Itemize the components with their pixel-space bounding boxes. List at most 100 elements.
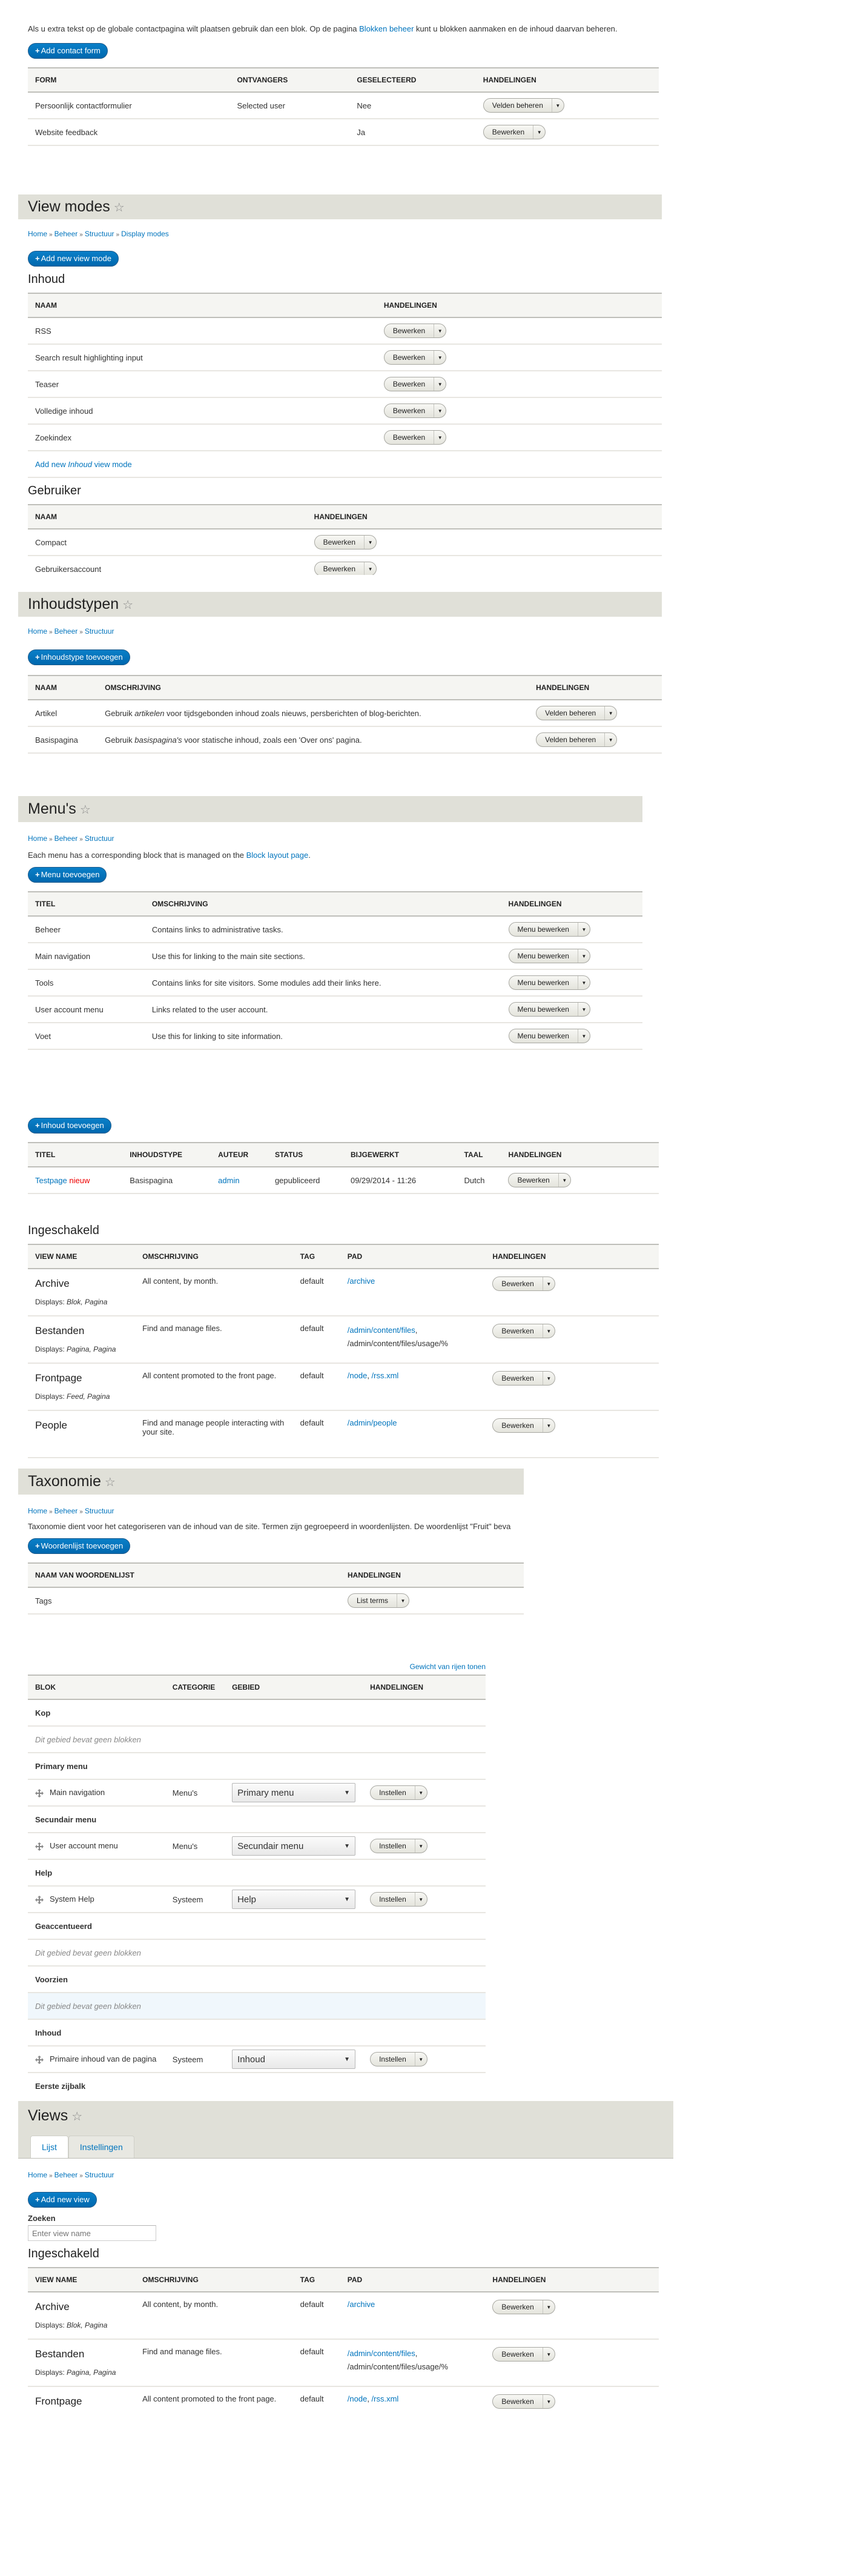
menu-bewerken-dropbutton[interactable]: Menu bewerken ▼ [508, 922, 590, 937]
tab-lijst[interactable]: Lijst [30, 2136, 68, 2158]
bewerken-dropbutton[interactable]: Bewerken ▼ [492, 1371, 555, 1386]
content-types-section: Home» Beheer» Structuur + Inhoudstype toevo… [28, 625, 662, 754]
table-row: Tags List terms ▼ [28, 1587, 524, 1615]
views-page-section: Home» Beheer» Structuur + Add new view Zoek… [28, 2169, 659, 2434]
table-row: Volledige inhoud Bewerken ▼ [28, 397, 662, 425]
bewerken-dropbutton[interactable]: Bewerken ▼ [508, 1173, 571, 1187]
bewerken-dropbutton[interactable]: Bewerken ▼ [314, 535, 377, 549]
bewerken-dropbutton[interactable]: Bewerken ▼ [383, 377, 447, 391]
blokken-beheer-link[interactable]: Blokken beheer [359, 24, 414, 33]
region-select[interactable]: Help ▼ [232, 1890, 356, 1909]
block-row: Primaire inhoud van de pagina Systeem Inho… [28, 2046, 486, 2073]
add-contact-form-button[interactable]: + Add contact form [28, 43, 108, 59]
chevron-down-icon: ▼ [414, 2053, 427, 2066]
table-row: Bestanden Displays: Pagina, Pagina Find an… [28, 2339, 659, 2387]
velden-beheren-dropbutton[interactable]: Velden beheren ▼ [536, 732, 618, 747]
region-row: Voorzien [28, 1966, 486, 1993]
star-icon[interactable]: ☆ [114, 201, 125, 214]
chevron-down-icon: ▼ [434, 324, 446, 337]
region-select[interactable]: Primary menu ▼ [232, 1783, 356, 1802]
new-badge: nieuw [69, 1175, 90, 1185]
col-handelingen: Handelingen [475, 67, 659, 93]
add-inhoud-view-mode-link[interactable]: Add new Inhoud view mode [35, 460, 132, 469]
chevron-down-icon: ▼ [604, 733, 616, 746]
star-icon[interactable]: ☆ [80, 803, 91, 817]
add-vocabulary-button[interactable]: + Woordenlijst toevoegen [28, 1538, 131, 1554]
velden-beheren-dropbutton[interactable]: Velden beheren ▼ [483, 98, 564, 113]
star-icon[interactable]: ☆ [122, 599, 133, 612]
add-view-mode-button[interactable]: + Add new view mode [28, 251, 119, 267]
content-types-header: Inhoudstypen ☆ [18, 592, 662, 617]
chevron-down-icon: ▼ [542, 2395, 555, 2408]
bewerken-dropbutton[interactable]: Bewerken ▼ [492, 2394, 555, 2409]
instellen-dropbutton[interactable]: Instellen ▼ [370, 1892, 427, 1907]
menus-intro: Each menu has a corresponding block that… [28, 851, 311, 860]
drag-handle-icon[interactable] [35, 1788, 44, 1798]
menu-bewerken-dropbutton[interactable]: Menu bewerken ▼ [508, 1029, 590, 1043]
bewerken-dropbutton[interactable]: Bewerken ▼ [492, 1276, 555, 1291]
empty-region-row: Dit gebied bevat geen blokken [28, 1939, 486, 1967]
chevron-down-icon: ▼ [434, 377, 446, 391]
views-header: Views ☆ Lijst Instellingen [18, 2101, 673, 2159]
bewerken-dropbutton[interactable]: Bewerken ▼ [492, 1324, 555, 1338]
chevron-down-icon: ▼ [414, 1786, 427, 1799]
bewerken-dropbutton[interactable]: Bewerken ▼ [383, 324, 447, 338]
table-row: Teaser Bewerken ▼ [28, 371, 662, 398]
bewerken-dropbutton[interactable]: Bewerken ▼ [383, 350, 447, 365]
bewerken-dropbutton[interactable]: Bewerken ▼ [492, 1418, 555, 1433]
region-row: Geaccentueerd [28, 1913, 486, 1940]
region-select[interactable]: Secundair menu ▼ [232, 1836, 356, 1856]
region-row: Secundair menu [28, 1806, 486, 1833]
instellen-dropbutton[interactable]: Instellen ▼ [370, 2052, 427, 2066]
region-select[interactable]: Inhoud ▼ [232, 2050, 356, 2069]
instellen-dropbutton[interactable]: Instellen ▼ [370, 1839, 427, 1853]
add-view-button[interactable]: + Add new view [28, 2192, 97, 2208]
region-row: Kop [28, 1699, 486, 1727]
velden-beheren-dropbutton[interactable]: Velden beheren ▼ [536, 706, 618, 720]
content-table: Titel Inhoudstype Auteur Status Bijgewerkt Ta… [28, 1142, 659, 1194]
author-link[interactable]: admin [218, 1176, 239, 1185]
block-row: Main navigation Menu's Primary menu ▼ Instel… [28, 1779, 486, 1807]
drag-handle-icon[interactable] [35, 2055, 44, 2064]
bewerken-dropbutton[interactable]: Bewerken ▼ [483, 125, 546, 139]
table-row: Bestanden Displays: Pagina, Pagina Find an… [28, 1316, 659, 1364]
chevron-down-icon: ▼ [434, 404, 446, 417]
list-terms-dropbutton[interactable]: List terms ▼ [347, 1593, 409, 1608]
star-icon[interactable]: ☆ [71, 2110, 82, 2123]
bewerken-dropbutton[interactable]: Bewerken ▼ [492, 2300, 555, 2314]
add-content-button[interactable]: + Inhoud toevoegen [28, 1118, 111, 1134]
bewerken-dropbutton[interactable]: Bewerken ▼ [383, 403, 447, 418]
table-row: Search result highlighting input Bewerken… [28, 344, 662, 371]
drag-handle-icon[interactable] [35, 1895, 44, 1904]
chevron-down-icon: ▼ [604, 706, 616, 720]
table-row: Persoonlijk contactformulier Selected use… [28, 92, 659, 119]
drag-handle-icon[interactable] [35, 1842, 44, 1851]
table-row: Basispagina Gebruik basispagina's voor st… [28, 726, 662, 754]
bewerken-dropbutton[interactable]: Bewerken ▼ [383, 430, 447, 445]
bewerken-dropbutton[interactable]: Bewerken ▼ [314, 562, 377, 575]
add-content-type-button[interactable]: + Inhoudstype toevoegen [28, 649, 130, 665]
chevron-down-icon: ▼ [577, 1003, 590, 1016]
menu-bewerken-dropbutton[interactable]: Menu bewerken ▼ [508, 949, 590, 963]
bewerken-dropbutton[interactable]: Bewerken ▼ [492, 2347, 555, 2362]
tab-instellingen[interactable]: Instellingen [68, 2136, 134, 2158]
tabs: Lijst Instellingen [30, 2136, 134, 2158]
breadcrumb: Home» Beheer» Structuur [28, 1507, 114, 1515]
table-row: Frontpage Displays: Feed, Pagina All conte… [28, 1363, 659, 1411]
menu-bewerken-dropbutton[interactable]: Menu bewerken ▼ [508, 1002, 590, 1017]
chevron-down-icon[interactable]: ▼ [533, 125, 545, 139]
block-layout-section: Gewicht van rijen tonen Blok Categorie Geb… [28, 1662, 486, 2099]
search-input[interactable] [28, 2225, 156, 2241]
chevron-down-icon: ▼ [577, 976, 590, 989]
show-row-weights-link[interactable]: Gewicht van rijen tonen [410, 1662, 486, 1671]
instellen-dropbutton[interactable]: Instellen ▼ [370, 1785, 427, 1800]
chevron-down-icon: ▼ [434, 351, 446, 364]
menus-header: Menu's ☆ [18, 796, 642, 822]
block-layout-link[interactable]: Block layout page [246, 851, 309, 860]
chevron-down-icon[interactable]: ▼ [551, 99, 564, 112]
page-title: Inhoudstypen ☆ [28, 596, 134, 612]
menu-bewerken-dropbutton[interactable]: Menu bewerken ▼ [508, 975, 590, 990]
star-icon[interactable]: ☆ [105, 1476, 116, 1489]
content-title-link[interactable]: Testpage [35, 1176, 67, 1185]
add-menu-button[interactable]: + Menu toevoegen [28, 867, 107, 883]
